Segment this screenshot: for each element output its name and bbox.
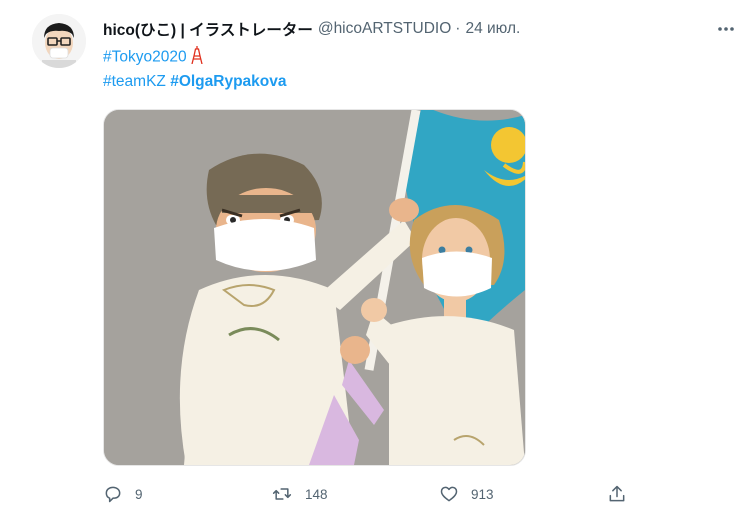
more-horizontal-icon: [718, 27, 734, 31]
author-name[interactable]: hico(ひこ) | イラストレーター: [103, 18, 313, 40]
heart-icon: [440, 486, 458, 502]
tweet-text-line-1: #Tokyo2020: [103, 46, 203, 69]
share-icon: [609, 485, 625, 502]
tokyo-tower-icon: [190, 46, 203, 69]
illustration: [104, 110, 525, 465]
tweet-media-image[interactable]: [103, 109, 526, 466]
like-count: 913: [471, 486, 494, 502]
author-handle[interactable]: @hicoARTSTUDIO: [318, 20, 451, 38]
separator-dot: ·: [455, 20, 461, 37]
avatar[interactable]: [32, 14, 86, 68]
like-button[interactable]: 913: [439, 482, 494, 506]
tweet-actions-bar: 9 148 913: [103, 482, 643, 506]
retweet-button[interactable]: 148: [271, 482, 328, 506]
tweet-text-line-2: #teamKZ #OlgaRypakova: [103, 73, 287, 91]
retweet-icon: [272, 488, 292, 500]
reply-icon: [105, 486, 121, 503]
tweet-header: hico(ひこ) | イラストレーター @hicoARTSTUDIO · 24 …: [103, 18, 715, 40]
share-button[interactable]: [607, 482, 627, 506]
reply-count: 9: [135, 486, 143, 502]
hashtag-teamkz[interactable]: #teamKZ: [103, 73, 166, 90]
tweet-date[interactable]: 24 июл.: [465, 20, 520, 38]
more-options-button[interactable]: [715, 18, 737, 40]
reply-button[interactable]: 9: [103, 482, 143, 506]
avatar-image: [32, 14, 86, 68]
hashtag-olgarypakova[interactable]: #OlgaRypakova: [170, 73, 286, 90]
retweet-count: 148: [305, 486, 328, 502]
hashtag-tokyo2020[interactable]: #Tokyo2020: [103, 49, 187, 66]
